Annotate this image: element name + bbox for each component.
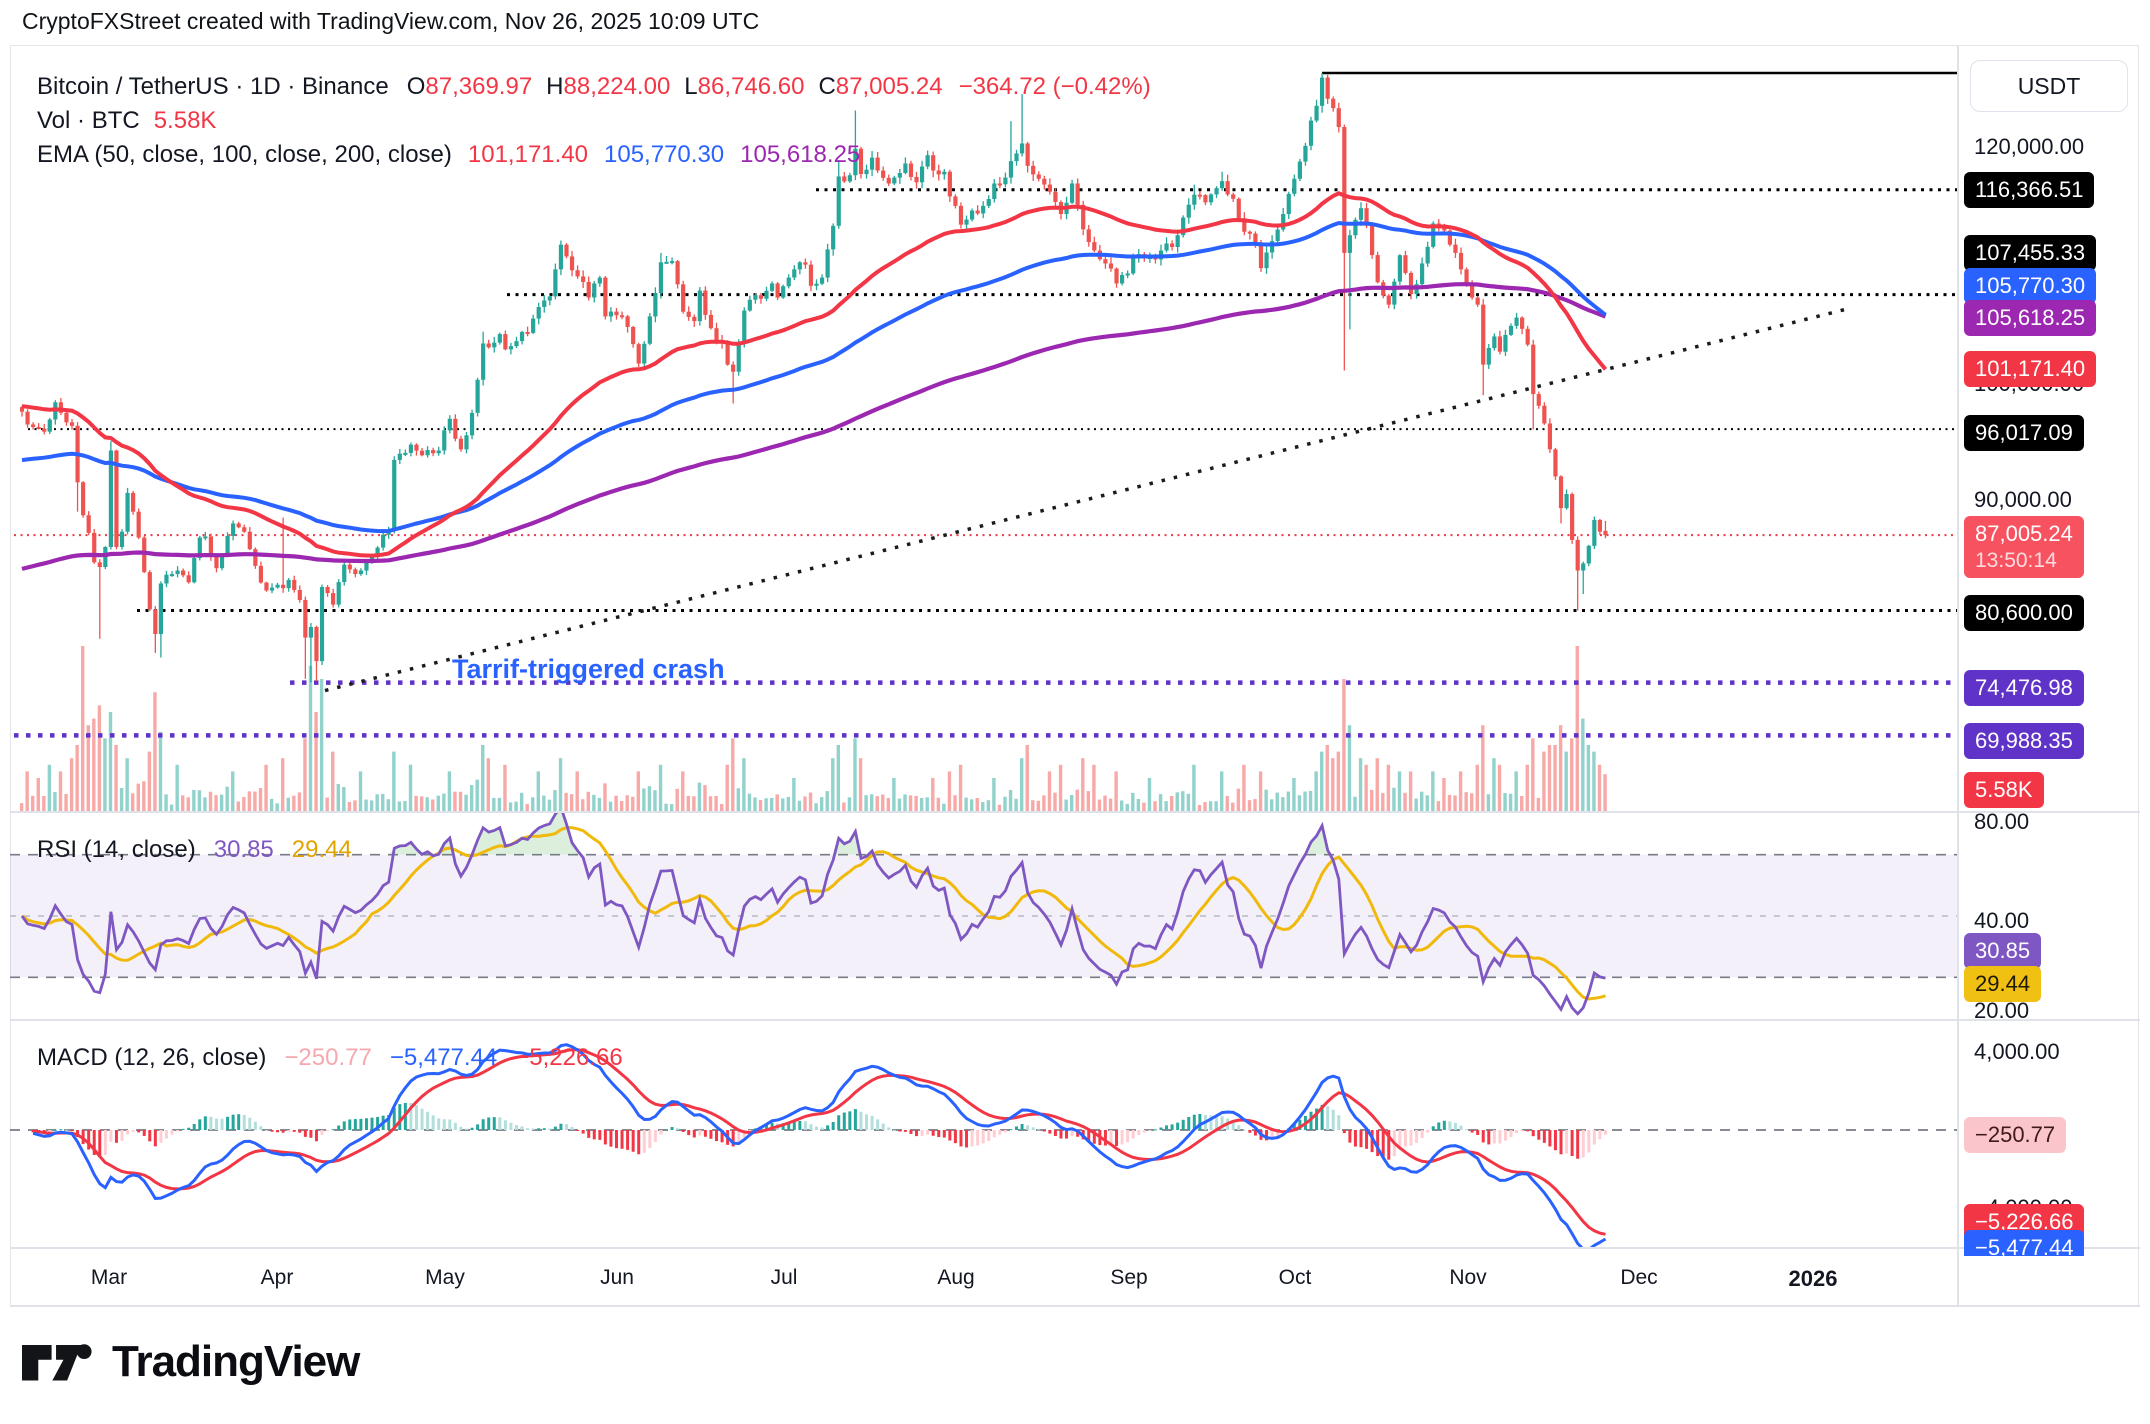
tradingview-branding[interactable]: TradingView: [22, 1336, 360, 1388]
rsi-label: 29.44: [1964, 966, 2042, 1002]
price-label: 120,000.00: [1974, 134, 2085, 159]
price-label: 87,005.24 13:50:14: [1964, 516, 2084, 578]
time-label-Sep: Sep: [1110, 1266, 1148, 1289]
rsi-label: 40.00: [1974, 908, 2030, 933]
price-label: 116,366.51: [1964, 172, 2095, 208]
price-scale[interactable]: 120,000.00 116,366.51 107,455.33 105,770.30…: [0, 0, 2150, 1256]
time-label-Aug: Aug: [937, 1266, 975, 1289]
currency-toggle-button[interactable]: USDT: [1970, 60, 2128, 112]
price-label: 105,618.25: [1964, 300, 2097, 336]
time-label-Jul: Jul: [770, 1266, 798, 1289]
price-label: 105,770.30: [1964, 268, 2097, 304]
tradingview-logo-icon: [22, 1344, 92, 1381]
price-label: 80,600.00: [1964, 595, 2084, 631]
time-label-Nov: Nov: [1449, 1266, 1487, 1289]
price-label: 90,000.00: [1974, 487, 2072, 512]
rsi-label: 20.00: [1974, 998, 2030, 1023]
time-label-May: May: [425, 1266, 465, 1289]
time-label-Dec: Dec: [1620, 1266, 1658, 1289]
time-label-Apr: Apr: [260, 1266, 294, 1289]
macd-label: −5,477.44: [1964, 1230, 2085, 1256]
time-label-Mar: Mar: [90, 1266, 128, 1289]
price-label: 74,476.98: [1964, 670, 2084, 706]
price-label: 107,455.33: [1964, 235, 2097, 271]
time-label-2026: 2026: [1788, 1266, 1838, 1291]
price-label: 96,017.09: [1964, 415, 2084, 451]
rsi-label: 80.00: [1974, 809, 2030, 834]
tradingview-logo-text: TradingView: [112, 1337, 360, 1386]
macd-label: 4,000.00: [1974, 1039, 2060, 1064]
rsi-label: 30.85: [1964, 933, 2042, 969]
time-label-Jun: Jun: [600, 1266, 634, 1289]
macd-label: −250.77: [1964, 1117, 2067, 1153]
price-label: 101,171.40: [1964, 351, 2097, 387]
price-label: 69,988.35: [1964, 723, 2084, 759]
price-label: 5.58K: [1964, 772, 2044, 808]
time-label-Oct: Oct: [1278, 1266, 1312, 1289]
